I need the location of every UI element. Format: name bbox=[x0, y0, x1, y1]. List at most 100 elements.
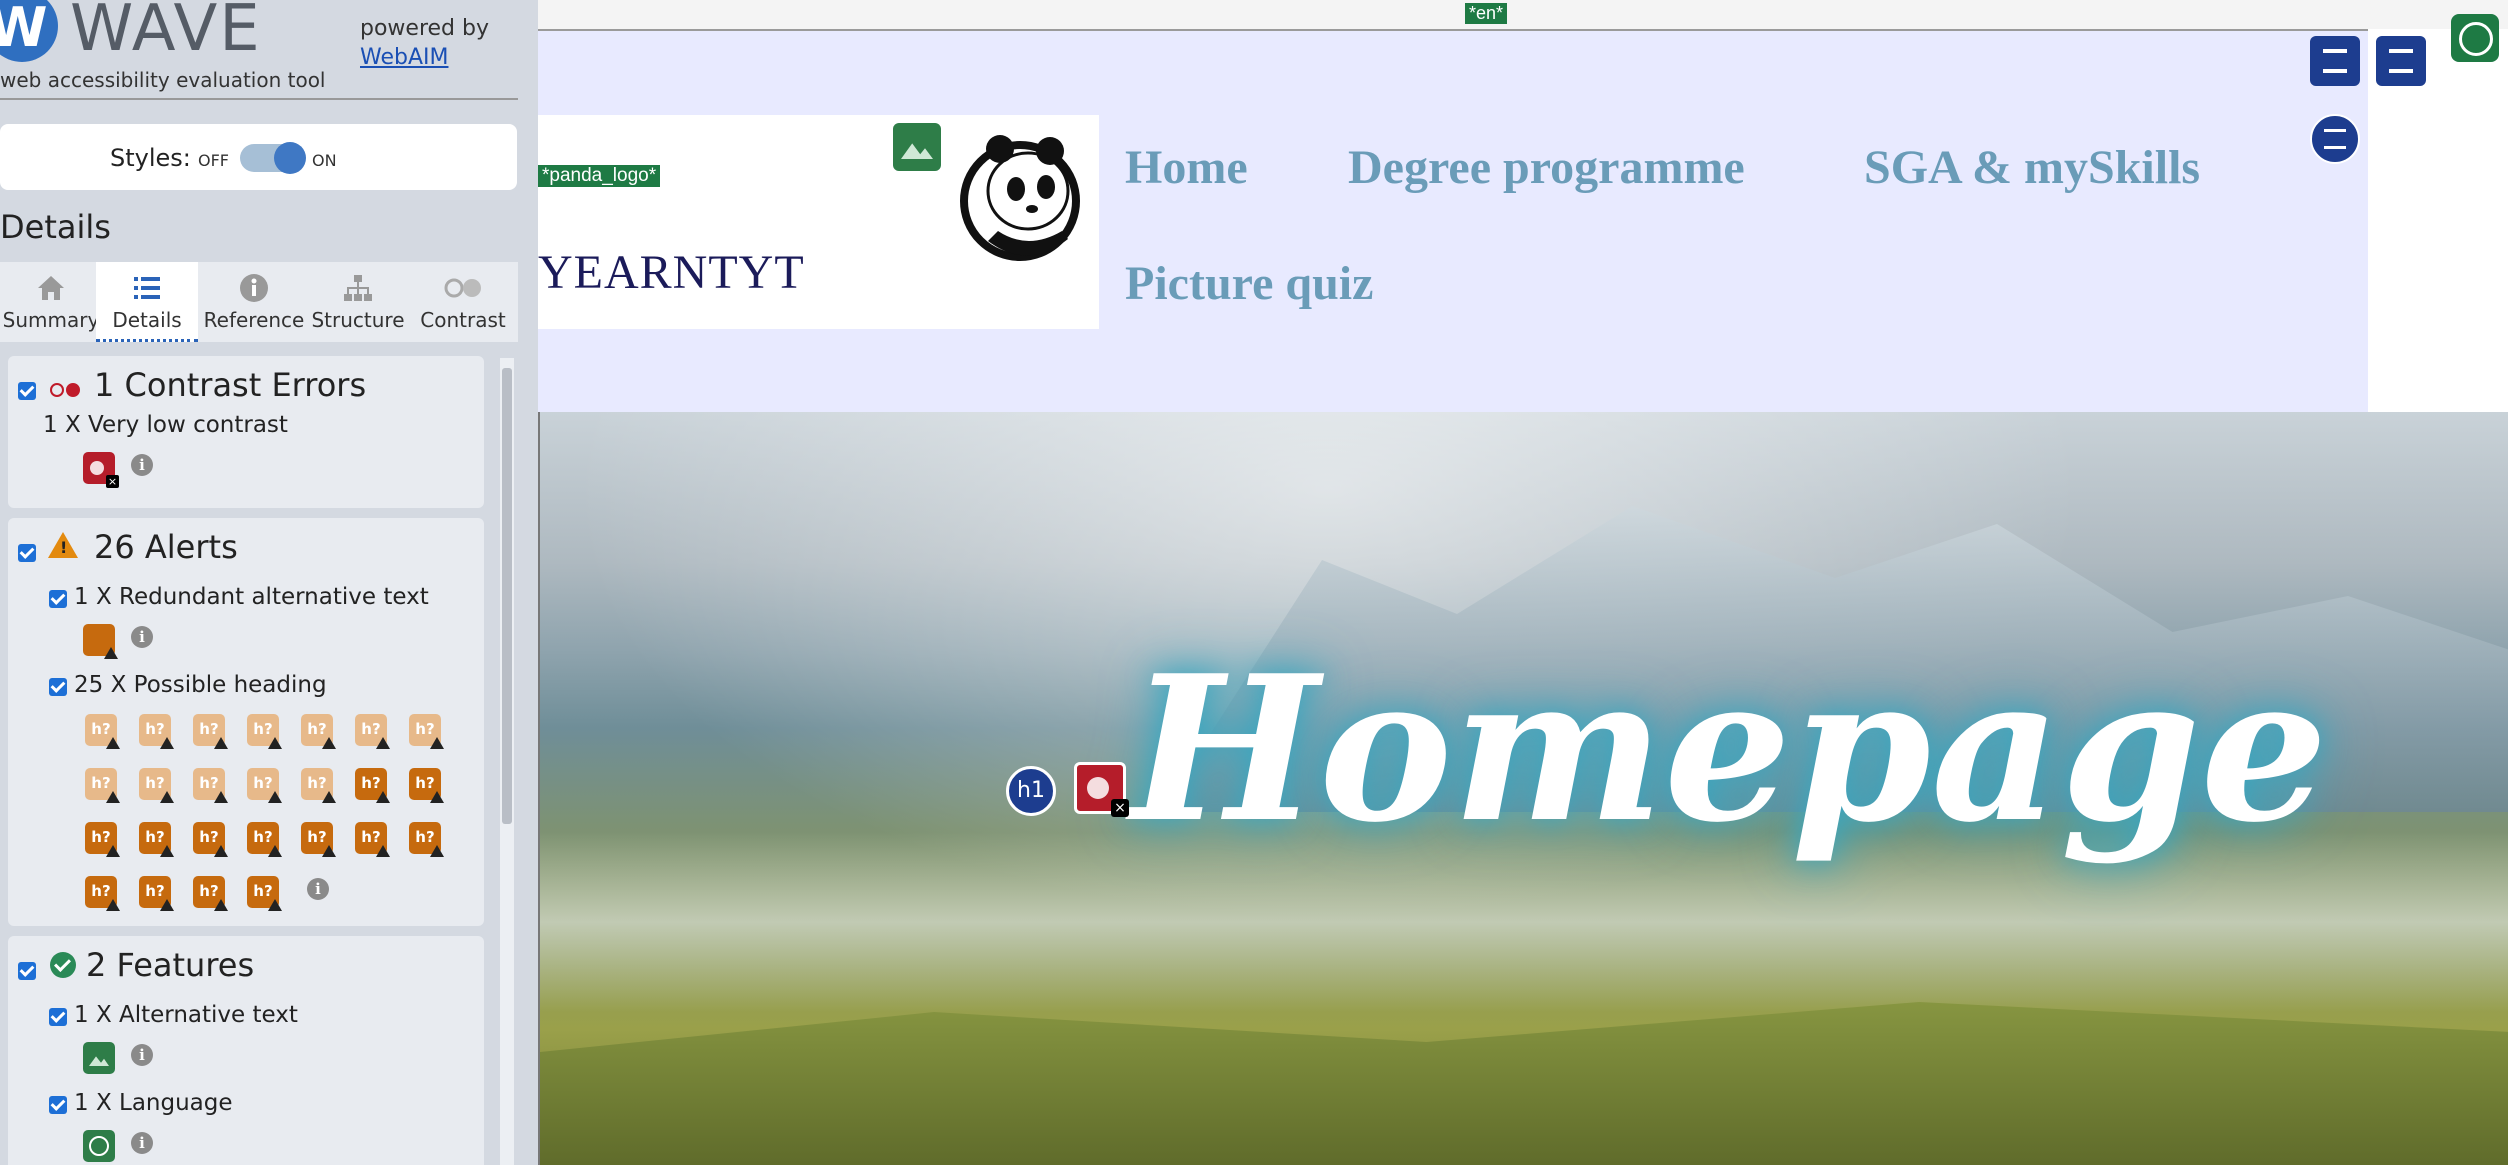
info-icon[interactable]: i bbox=[131, 454, 153, 476]
styles-on-label: ON bbox=[312, 151, 337, 170]
scrollbar-thumb[interactable] bbox=[502, 368, 512, 824]
alert-triangle-icon bbox=[48, 532, 78, 558]
panda-logo-icon bbox=[960, 135, 1080, 261]
redundant-alt-checkbox[interactable] bbox=[49, 590, 67, 608]
possible-heading-icon[interactable]: h? bbox=[193, 876, 228, 911]
possible-heading-icon[interactable]: h? bbox=[355, 822, 390, 857]
possible-heading-icon[interactable]: h? bbox=[409, 714, 444, 749]
contrast-error-icon[interactable]: × bbox=[83, 452, 119, 488]
tab-summary-label: Summary bbox=[2, 308, 100, 332]
possible-heading-checkbox[interactable] bbox=[49, 678, 67, 696]
list-icon[interactable] bbox=[2310, 114, 2360, 164]
evaluated-page: *en* *panda_logo* YEARNTYT Home Degree p… bbox=[538, 0, 2508, 1165]
possible-heading-icon[interactable]: h? bbox=[139, 876, 174, 911]
contrast-dots-icon bbox=[50, 382, 82, 401]
page-top-bar: *en* bbox=[538, 0, 2508, 31]
possible-heading-icon[interactable]: h? bbox=[301, 822, 336, 857]
alt-text-checkbox[interactable] bbox=[49, 1008, 67, 1026]
possible-heading-icon[interactable]: h? bbox=[85, 714, 120, 749]
info-icon[interactable]: i bbox=[131, 1044, 153, 1066]
globe-icon[interactable] bbox=[83, 1130, 115, 1162]
possible-heading-icon[interactable]: h? bbox=[301, 714, 336, 749]
home-icon bbox=[38, 276, 64, 300]
alerts-title: 26 Alerts bbox=[94, 528, 238, 566]
tab-structure[interactable]: Structure bbox=[307, 262, 409, 342]
redundant-alt-icon[interactable] bbox=[83, 624, 118, 659]
tab-details[interactable]: Details bbox=[96, 262, 198, 342]
possible-heading-icon[interactable]: h? bbox=[409, 822, 444, 857]
list-structure-icon[interactable] bbox=[2310, 36, 2360, 86]
details-scrollbar[interactable] bbox=[500, 358, 514, 1165]
wave-tabs: Summary Details Reference Structure Cont… bbox=[0, 262, 518, 342]
page-side-strip bbox=[2368, 29, 2508, 414]
styles-off-label: OFF bbox=[198, 151, 229, 170]
possible-heading-icon[interactable]: h? bbox=[355, 714, 390, 749]
possible-heading-icon[interactable]: h? bbox=[247, 714, 282, 749]
possible-heading-icon[interactable]: h? bbox=[409, 768, 444, 803]
very-low-contrast-label: 1 X Very low contrast bbox=[43, 412, 288, 438]
details-panel: 1 Contrast Errors 1 X Very low contrast … bbox=[0, 348, 518, 1165]
image-feature-icon[interactable] bbox=[83, 1042, 115, 1074]
feature-check-icon bbox=[50, 952, 76, 978]
possible-heading-icon[interactable]: h? bbox=[247, 822, 282, 857]
possible-heading-icon[interactable]: h? bbox=[355, 768, 390, 803]
features-card: 2 Features 1 X Alternative text i 1 X La… bbox=[8, 936, 484, 1165]
nav-degree-programme[interactable]: Degree programme bbox=[1348, 140, 1745, 195]
nav-home[interactable]: Home bbox=[1125, 140, 1248, 195]
features-checkbox[interactable] bbox=[18, 962, 36, 980]
header-divider bbox=[0, 98, 518, 100]
possible-heading-icon[interactable]: h? bbox=[301, 768, 336, 803]
contrast-error-icon[interactable]: × bbox=[1074, 762, 1129, 817]
possible-heading-icon[interactable]: h? bbox=[247, 768, 282, 803]
tab-summary[interactable]: Summary bbox=[0, 262, 102, 342]
list-icon bbox=[134, 277, 160, 299]
contrast-errors-title: 1 Contrast Errors bbox=[94, 366, 367, 404]
possible-heading-icon[interactable]: h? bbox=[85, 822, 120, 857]
hero-title: Homepage bbox=[1130, 632, 2328, 867]
tab-reference-label: Reference bbox=[203, 308, 305, 332]
possible-heading-label: 25 X Possible heading bbox=[74, 672, 327, 698]
language-globe-icon[interactable] bbox=[2451, 14, 2499, 62]
possible-heading-icon[interactable]: h? bbox=[193, 768, 228, 803]
alt-text-tag: *panda_logo* bbox=[538, 165, 661, 187]
tab-contrast[interactable]: Contrast bbox=[412, 262, 514, 342]
nav-picture-quiz[interactable]: Picture quiz bbox=[1125, 256, 1373, 311]
h1-heading-icon[interactable]: h1 bbox=[1006, 766, 1056, 816]
language-tag: *en* bbox=[1465, 3, 1508, 24]
styles-toggle[interactable] bbox=[240, 142, 306, 174]
possible-heading-icon[interactable]: h? bbox=[193, 822, 228, 857]
alerts-checkbox[interactable] bbox=[18, 544, 36, 562]
possible-heading-icon[interactable]: h? bbox=[139, 822, 174, 857]
image-icon[interactable] bbox=[893, 123, 941, 171]
tab-reference[interactable]: Reference bbox=[203, 262, 305, 342]
webaim-link[interactable]: WebAIM bbox=[360, 45, 448, 70]
possible-heading-icon[interactable]: h? bbox=[247, 876, 282, 911]
site-name: YEARNTYT bbox=[538, 246, 805, 299]
structure-icon bbox=[344, 275, 372, 301]
contrast-errors-checkbox[interactable] bbox=[18, 382, 36, 400]
styles-label: Styles: bbox=[110, 144, 191, 172]
info-icon bbox=[240, 274, 268, 302]
possible-heading-icon[interactable]: h? bbox=[85, 768, 120, 803]
contrast-errors-card: 1 Contrast Errors 1 X Very low contrast … bbox=[8, 356, 484, 508]
alt-text-label: 1 X Alternative text bbox=[74, 1002, 298, 1028]
wave-sidebar: W WAVE web accessibility evaluation tool… bbox=[0, 0, 538, 1165]
possible-heading-icon[interactable]: h? bbox=[139, 714, 174, 749]
possible-heading-icon[interactable]: h? bbox=[193, 714, 228, 749]
language-checkbox[interactable] bbox=[49, 1096, 67, 1114]
tab-structure-label: Structure bbox=[311, 308, 405, 332]
alerts-card: 26 Alerts 1 X Redundant alternative text… bbox=[8, 518, 484, 926]
nav-sga-myskills[interactable]: SGA & mySkills bbox=[1864, 140, 2200, 195]
logo-box: *panda_logo* YEARNTYT bbox=[538, 115, 1099, 329]
wave-logo-icon: W bbox=[0, 0, 58, 62]
contrast-icon bbox=[444, 278, 481, 298]
possible-heading-icon[interactable]: h? bbox=[85, 876, 120, 911]
info-icon[interactable]: i bbox=[131, 1132, 153, 1154]
hero-banner: Homepage h1 × bbox=[538, 412, 2508, 1165]
features-title: 2 Features bbox=[86, 946, 255, 984]
possible-heading-icon[interactable]: h? bbox=[139, 768, 174, 803]
info-icon[interactable]: i bbox=[131, 626, 153, 648]
info-icon[interactable]: i bbox=[307, 878, 329, 900]
language-label: 1 X Language bbox=[74, 1090, 233, 1116]
region-icon[interactable] bbox=[2376, 36, 2426, 86]
